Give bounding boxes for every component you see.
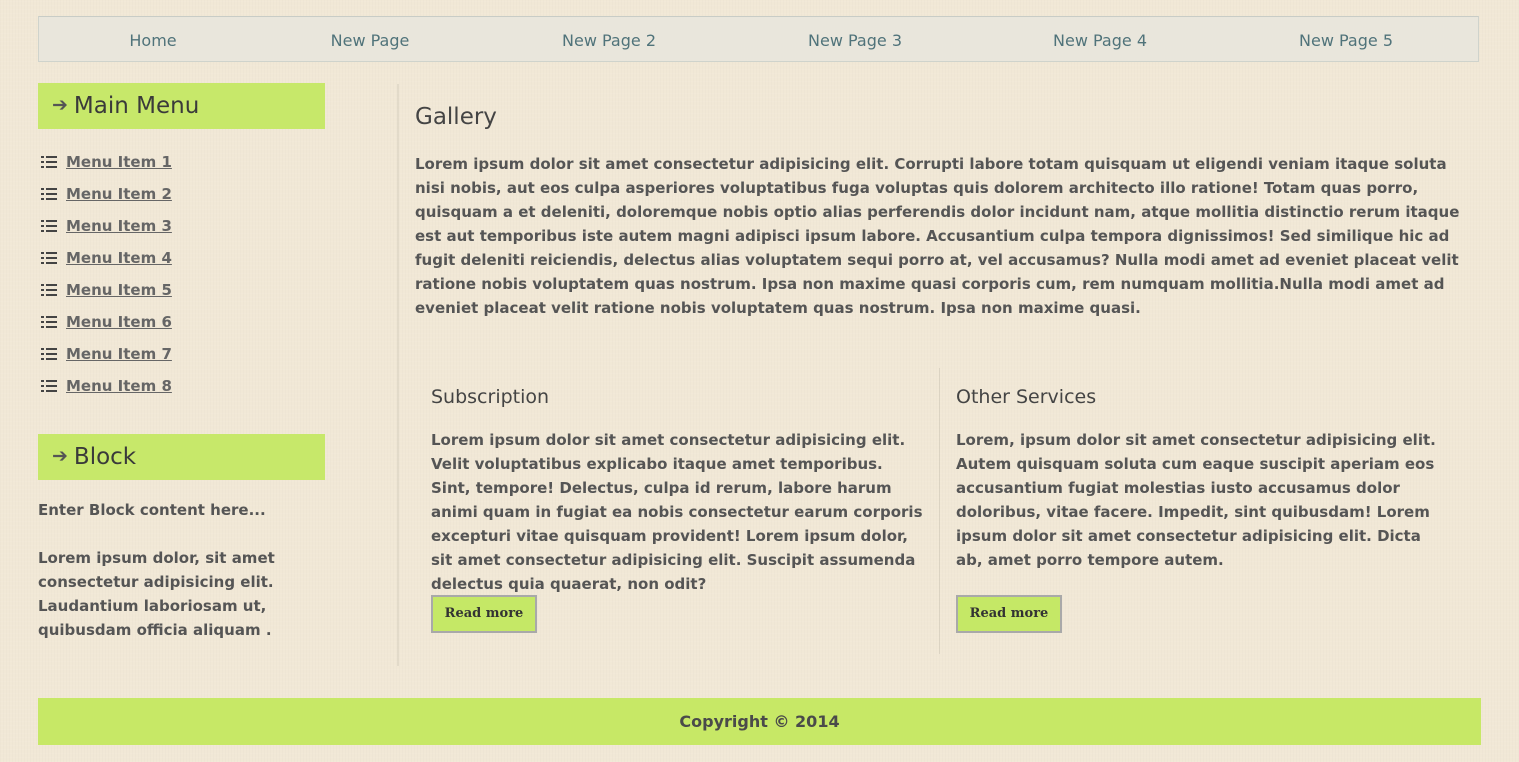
main-menu-title: Main Menu: [73, 93, 200, 119]
column-divider: [939, 368, 940, 654]
menu-list-item: Menu Item 6: [38, 306, 325, 338]
menu-item-4-link[interactable]: Menu Item 4: [66, 249, 172, 267]
other-services-title: Other Services: [956, 386, 1097, 408]
menu-list-item: Menu Item 4: [38, 242, 325, 274]
block-content: Enter Block content here... Lorem ipsum …: [38, 498, 325, 642]
subscription-title: Subscription: [431, 386, 550, 408]
menu-list-item: Menu Item 7: [38, 338, 325, 370]
nav-item-home[interactable]: Home: [129, 17, 176, 65]
list-icon: [41, 380, 57, 392]
main-menu-header: ➔ Main Menu: [38, 83, 325, 129]
block-content-line-1: Enter Block content here...: [38, 501, 266, 519]
sidebar: ➔ Main Menu Menu Item 1 Menu Item 2 Menu…: [38, 83, 325, 642]
list-icon: [41, 220, 57, 232]
menu-list-item: Menu Item 2: [38, 178, 325, 210]
page-title: Gallery: [415, 104, 497, 130]
list-icon: [41, 188, 57, 200]
top-nav: Home New Page New Page 2 New Page 3 New …: [38, 16, 1479, 62]
nav-item-new-page[interactable]: New Page: [331, 17, 410, 65]
block-header: ➔ Block: [38, 434, 325, 480]
block-title: Block: [73, 444, 137, 470]
nav-item-new-page-4[interactable]: New Page 4: [1053, 17, 1147, 65]
list-icon: [41, 156, 57, 168]
main-menu-list: Menu Item 1 Menu Item 2 Menu Item 3 Menu…: [38, 146, 325, 402]
list-icon: [41, 316, 57, 328]
footer: Copyright © 2014: [38, 698, 1481, 745]
nav-item-new-page-3[interactable]: New Page 3: [808, 17, 902, 65]
other-services-column: Other Services Lorem, ipsum dolor sit am…: [956, 380, 1448, 572]
copyright-text: Copyright © 2014: [679, 712, 840, 731]
menu-list-item: Menu Item 5: [38, 274, 325, 306]
list-icon: [41, 284, 57, 296]
subscription-read-more-button[interactable]: Read more: [431, 595, 537, 633]
arrow-right-icon: ➔: [52, 444, 68, 467]
menu-list-item: Menu Item 3: [38, 210, 325, 242]
menu-item-5-link[interactable]: Menu Item 5: [66, 281, 172, 299]
menu-item-8-link[interactable]: Menu Item 8: [66, 377, 172, 395]
nav-item-new-page-2[interactable]: New Page 2: [562, 17, 656, 65]
menu-list-item: Menu Item 8: [38, 370, 325, 402]
list-icon: [41, 252, 57, 264]
menu-item-1-link[interactable]: Menu Item 1: [66, 153, 172, 171]
nav-item-new-page-5[interactable]: New Page 5: [1299, 17, 1393, 65]
list-icon: [41, 348, 57, 360]
other-services-text: Lorem, ipsum dolor sit amet consectetur …: [956, 431, 1436, 569]
content-divider: [397, 84, 399, 666]
menu-item-7-link[interactable]: Menu Item 7: [66, 345, 172, 363]
gallery-text: Lorem ipsum dolor sit amet consectetur a…: [415, 155, 1460, 317]
menu-item-6-link[interactable]: Menu Item 6: [66, 313, 172, 331]
menu-list-item: Menu Item 1: [38, 146, 325, 178]
menu-item-3-link[interactable]: Menu Item 3: [66, 217, 172, 235]
block-content-line-2: Lorem ipsum dolor, sit amet consectetur …: [38, 549, 275, 639]
subscription-column: Subscription Lorem ipsum dolor sit amet …: [431, 380, 923, 596]
menu-item-2-link[interactable]: Menu Item 2: [66, 185, 172, 203]
subscription-text: Lorem ipsum dolor sit amet consectetur a…: [431, 431, 923, 593]
main-content: Gallery Lorem ipsum dolor sit amet conse…: [415, 100, 1465, 320]
other-services-read-more-button[interactable]: Read more: [956, 595, 1062, 633]
sidebar-block: ➔ Block Enter Block content here... Lore…: [38, 434, 325, 642]
arrow-right-icon: ➔: [52, 93, 68, 116]
